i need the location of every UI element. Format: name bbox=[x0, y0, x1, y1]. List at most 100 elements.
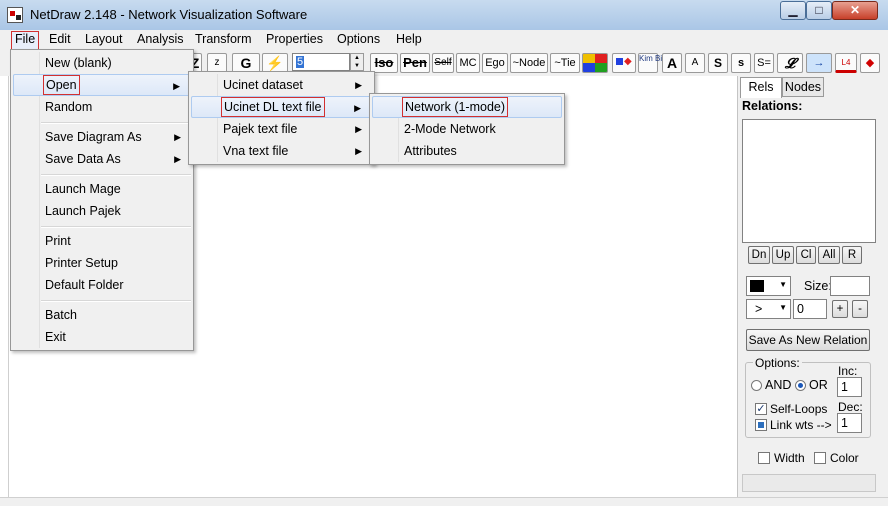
width-label: Width bbox=[774, 451, 805, 465]
menu-properties[interactable]: Properties bbox=[263, 31, 326, 48]
color-palette-icon[interactable] bbox=[582, 53, 608, 73]
size-small-button[interactable]: s bbox=[731, 53, 751, 73]
down-button[interactable]: Dn bbox=[748, 246, 770, 264]
dl-submenu: Network (1-mode) 2-Mode Network Attribut… bbox=[369, 93, 565, 165]
self-loops-checkbox[interactable]: ✓ bbox=[755, 403, 767, 415]
clear-button[interactable]: Cl bbox=[796, 246, 816, 264]
close-button[interactable]: ✕ bbox=[832, 1, 878, 20]
size-large-button[interactable]: S bbox=[708, 53, 728, 73]
dec-input[interactable]: 1 bbox=[837, 413, 862, 433]
menu-item-default-folder[interactable]: Default Folder bbox=[13, 274, 191, 296]
relations-list[interactable] bbox=[742, 119, 876, 243]
app-icon bbox=[7, 7, 23, 23]
minimize-button[interactable]: ▁ bbox=[780, 1, 806, 20]
relations-label: Relations: bbox=[742, 99, 803, 113]
link-wts-checkbox[interactable] bbox=[755, 419, 767, 431]
menu-item-printer-setup[interactable]: Printer Setup bbox=[13, 252, 191, 274]
menu-separator bbox=[41, 300, 191, 302]
menu-item-launch-pajek[interactable]: Launch Pajek bbox=[13, 200, 191, 222]
minus-button[interactable]: - bbox=[852, 300, 868, 318]
menu-item-ucinet-dataset[interactable]: Ucinet dataset ▶ bbox=[191, 74, 372, 96]
line-width-button[interactable]: L4 bbox=[835, 53, 857, 73]
menu-options[interactable]: Options bbox=[334, 31, 383, 48]
all-button[interactable]: All bbox=[818, 246, 840, 264]
size-equal-button[interactable]: S= bbox=[754, 53, 774, 73]
submenu-arrow-icon: ▶ bbox=[355, 80, 362, 90]
mc-button[interactable]: MC bbox=[456, 53, 480, 73]
line-combo[interactable]: > ▼ bbox=[746, 299, 791, 319]
up-button[interactable]: Up bbox=[772, 246, 794, 264]
menu-analysis[interactable]: Analysis bbox=[134, 31, 187, 48]
menu-item-launch-mage[interactable]: Launch Mage bbox=[13, 178, 191, 200]
color-checkbox[interactable] bbox=[814, 452, 826, 464]
menu-file[interactable]: File bbox=[11, 31, 40, 50]
window-title: NetDraw 2.148 - Network Visualization So… bbox=[30, 7, 308, 22]
menu-item-new-blank[interactable]: New (blank) bbox=[13, 52, 191, 74]
size-spinner-arrows[interactable]: ▲ ▼ bbox=[350, 53, 364, 71]
size-input[interactable] bbox=[830, 276, 870, 296]
label-small-button[interactable]: A bbox=[685, 53, 705, 73]
zoom-out-button[interactable]: z bbox=[207, 53, 227, 73]
menu-item-save-diagram-as[interactable]: Save Diagram As ▶ bbox=[13, 126, 191, 148]
or-label: OR bbox=[809, 378, 828, 392]
save-as-new-relation-button[interactable]: Save As New Relation bbox=[746, 329, 870, 351]
color-label: Color bbox=[830, 451, 859, 465]
submenu-arrow-icon: ▶ bbox=[174, 132, 181, 142]
shapes-icon[interactable]: ◆ bbox=[612, 53, 636, 73]
inc-input[interactable]: 1 bbox=[837, 377, 862, 397]
value-input[interactable]: 0 bbox=[793, 299, 827, 319]
r-button[interactable]: R bbox=[842, 246, 862, 264]
options-label: Options: bbox=[753, 356, 802, 370]
g-button[interactable]: G bbox=[232, 53, 260, 73]
menu-item-exit[interactable]: Exit bbox=[13, 326, 191, 348]
menu-help[interactable]: Help bbox=[393, 31, 425, 48]
dropdown-arrow-icon: ▼ bbox=[779, 303, 787, 312]
pen-button[interactable]: Pen bbox=[400, 53, 430, 73]
size-spinner-input[interactable]: 5 bbox=[292, 53, 350, 71]
self-button[interactable]: Self bbox=[432, 53, 454, 73]
size-spinner-value: 5 bbox=[296, 56, 305, 68]
and-radio[interactable] bbox=[751, 380, 762, 391]
width-checkbox[interactable] bbox=[758, 452, 770, 464]
or-radio[interactable] bbox=[795, 380, 806, 391]
submenu-arrow-icon: ▶ bbox=[355, 146, 362, 156]
line-combo-value: > bbox=[755, 302, 763, 316]
dec-label: Dec: bbox=[838, 400, 863, 414]
ego-button[interactable]: Ego bbox=[482, 53, 508, 73]
and-label: AND bbox=[765, 378, 792, 392]
submenu-arrow-icon: ▶ bbox=[173, 81, 180, 91]
menu-layout[interactable]: Layout bbox=[82, 31, 126, 48]
tab-rels[interactable]: Rels bbox=[740, 77, 782, 98]
menu-transform[interactable]: Transform bbox=[192, 31, 255, 48]
node-button[interactable]: ~Node bbox=[510, 53, 548, 73]
kim-bill-button[interactable]: Kim Bill bbox=[638, 53, 666, 73]
tab-nodes[interactable]: Nodes bbox=[782, 77, 824, 97]
plus-button[interactable]: + bbox=[832, 300, 848, 318]
self-loops-label: Self-Loops bbox=[770, 402, 828, 416]
menu-item-batch[interactable]: Batch bbox=[13, 304, 191, 326]
lightning-icon[interactable]: ⚡ bbox=[262, 53, 288, 73]
diamond-icon[interactable]: ◆ bbox=[860, 53, 880, 73]
menu-item-random[interactable]: Random bbox=[13, 96, 191, 118]
arrow-button[interactable]: → bbox=[806, 53, 832, 73]
menu-item-save-data-as[interactable]: Save Data As ▶ bbox=[13, 148, 191, 170]
menu-item-vna-text-file[interactable]: Vna text file ▶ bbox=[191, 140, 372, 162]
submenu-arrow-icon: ▶ bbox=[354, 103, 361, 113]
menu-separator bbox=[41, 174, 191, 176]
open-submenu: Ucinet dataset ▶ Ucinet DL text file ▶ Pa… bbox=[188, 71, 375, 165]
menu-edit[interactable]: Edit bbox=[46, 31, 74, 48]
menu-item-2-mode-network[interactable]: 2-Mode Network bbox=[372, 118, 562, 140]
menu-item-network-1-mode[interactable]: Network (1-mode) bbox=[372, 96, 562, 118]
tie-button[interactable]: ~Tie bbox=[550, 53, 580, 73]
menu-item-print[interactable]: Print bbox=[13, 230, 191, 252]
script-l-button[interactable]: 𝓛 bbox=[777, 53, 803, 73]
menu-item-ucinet-dl-text-file[interactable]: Ucinet DL text file ▶ bbox=[191, 96, 372, 118]
maximize-button[interactable]: □ bbox=[806, 1, 832, 20]
color-combo[interactable]: ▼ bbox=[746, 276, 791, 296]
menu-item-pajek-text-file[interactable]: Pajek text file ▶ bbox=[191, 118, 372, 140]
menu-separator bbox=[41, 122, 191, 124]
menu-item-attributes[interactable]: Attributes bbox=[372, 140, 562, 162]
menu-item-open[interactable]: Open ▶ bbox=[13, 74, 191, 96]
iso-button[interactable]: Iso bbox=[370, 53, 398, 73]
label-large-button[interactable]: A bbox=[662, 53, 682, 73]
